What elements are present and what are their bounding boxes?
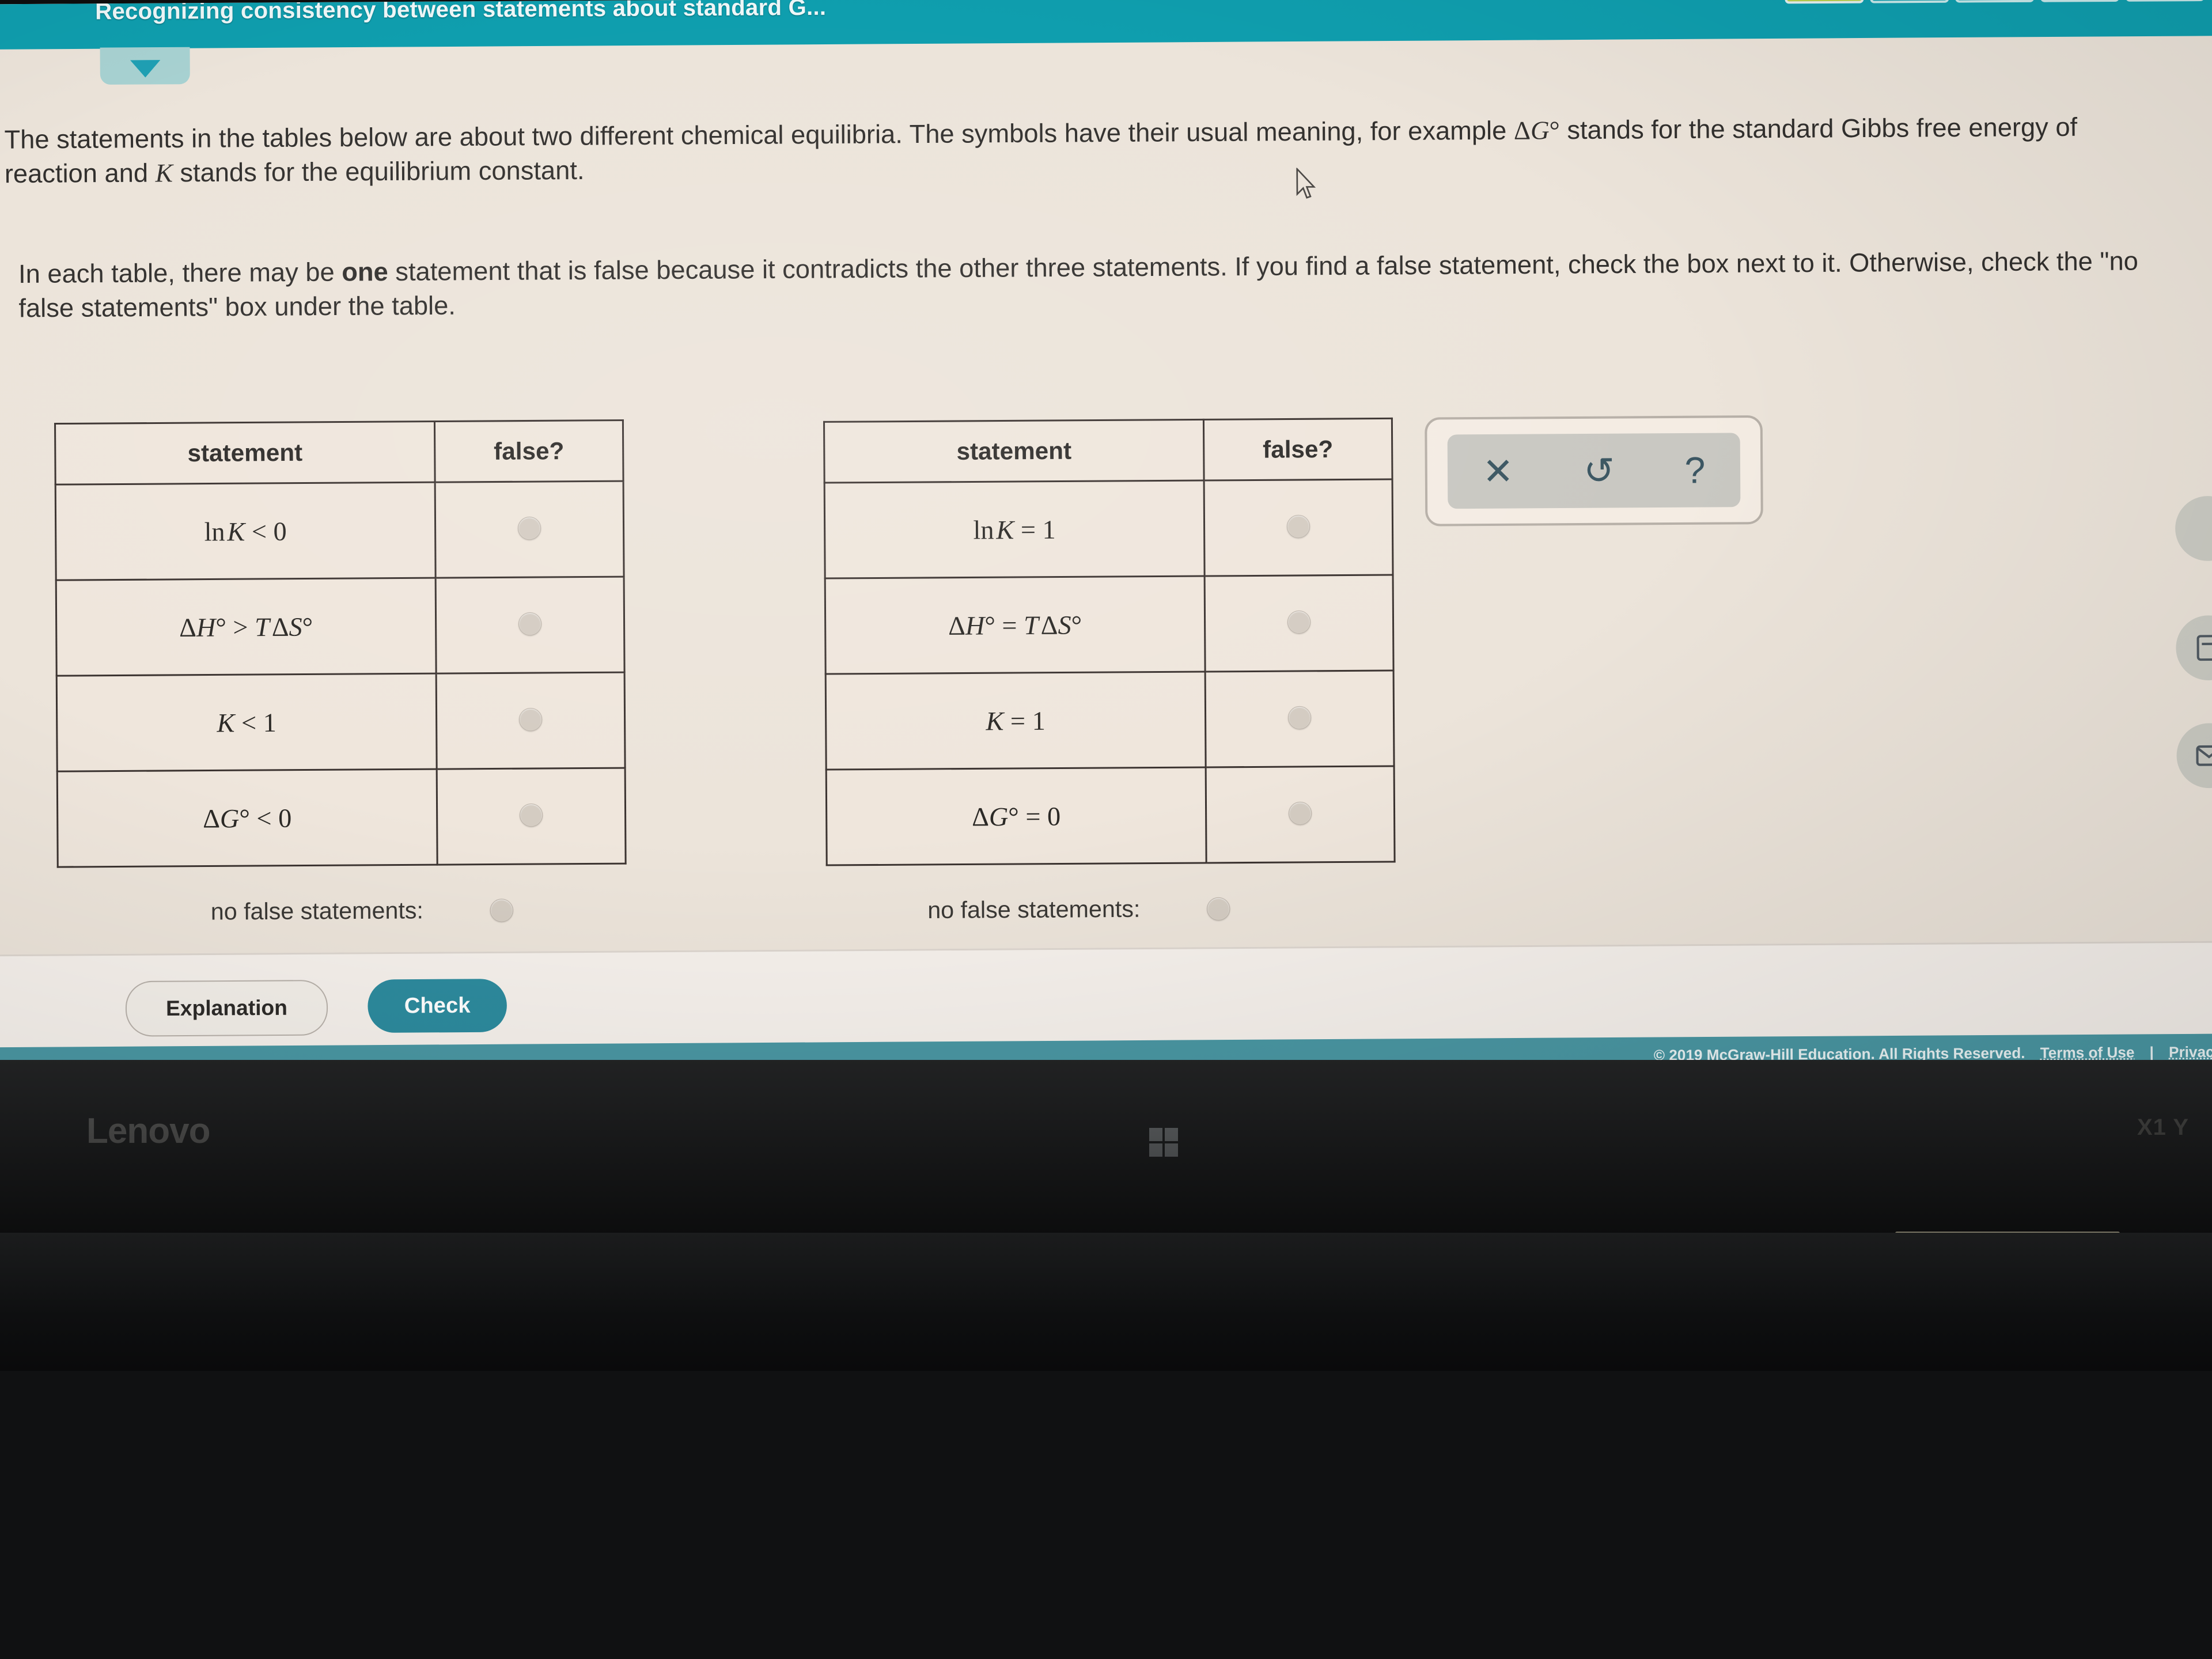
answer-tools-card: ✕ ↺ ? [1425, 415, 1763, 527]
screenshot-root: Recognizing consistency between statemen… [0, 0, 2212, 1659]
column-header-statement: statement [824, 419, 1205, 483]
false-cell[interactable] [1206, 766, 1395, 863]
radio-button[interactable] [518, 612, 542, 635]
radio-button[interactable] [517, 516, 541, 540]
radio-button[interactable] [490, 898, 513, 922]
help-question-icon[interactable]: ? [1684, 449, 1705, 491]
statement-cell: K = 1 [825, 671, 1206, 770]
progress-step[interactable] [2040, 0, 2120, 2]
radio-button[interactable] [518, 707, 543, 731]
undo-reset-icon[interactable]: ↺ [1584, 450, 1615, 492]
table-row: ln K < 0 [55, 481, 624, 581]
footer-separator: | [2149, 1043, 2154, 1061]
instruction-paragraph-1: The statements in the tables below are a… [4, 110, 2160, 191]
instruction-paragraph-2: In each table, there may be one statemen… [18, 244, 2186, 325]
radio-button[interactable] [1287, 706, 1312, 729]
radio-button[interactable] [1287, 610, 1311, 634]
statement-cell: ln K = 1 [824, 480, 1205, 579]
table-header-row: statement false? [55, 420, 624, 485]
instr-2a: In each table, there may be [18, 257, 342, 289]
column-header-false: false? [434, 420, 624, 483]
table-row: ΔH° = T ΔS° [825, 575, 1394, 675]
no-false-label: no false statements: [927, 895, 1141, 924]
laptop-keyboard-deck: EscFnLock🔇F1🔉−F2🔊+F3✕F4☀−F5☀+F6▭↗F7✈F8⚙F… [0, 1233, 2212, 1659]
table-row: K < 1 [56, 672, 626, 772]
terms-of-use-link[interactable]: Terms of Use [2040, 1043, 2135, 1062]
column-header-statement: statement [55, 421, 435, 485]
sidebar-calculator-button[interactable] [2176, 615, 2212, 681]
false-cell[interactable] [435, 481, 624, 578]
instr-1a: The statements in the tables below are a… [4, 115, 1514, 154]
table-row: ln K = 1 [824, 479, 1393, 579]
clear-x-icon[interactable]: ✕ [1483, 450, 1514, 493]
statement-cell: ΔG° < 0 [57, 769, 438, 868]
table-row: K = 1 [825, 670, 1395, 770]
no-false-statements-left[interactable]: no false statements: [211, 896, 513, 925]
false-cell[interactable] [1205, 670, 1395, 767]
sidebar-round-button-1[interactable] [2175, 495, 2212, 562]
instr-2-emphasis: one [342, 256, 388, 287]
panel-collapse-tab[interactable] [100, 47, 190, 85]
delta-g-standard-symbol: ΔG° [1513, 115, 1560, 145]
statement-cell: ΔG° = 0 [826, 767, 1207, 865]
progress-step[interactable] [2125, 0, 2205, 2]
app-header-bar: Recognizing consistency between statemen… [0, 0, 2212, 50]
k-symbol: K [155, 158, 173, 188]
radio-button[interactable] [1288, 801, 1312, 825]
chevron-down-icon [130, 60, 160, 78]
statement-cell: K < 1 [56, 673, 437, 772]
no-false-label: no false statements: [210, 897, 424, 925]
calculator-icon [2196, 635, 2212, 661]
sidebar-message-button[interactable] [2176, 723, 2212, 789]
false-cell[interactable] [435, 577, 625, 674]
statements-table-right: statement false? ln K = 1 ΔH° = T ΔS° K … [823, 417, 1396, 866]
windows-logo-icon [1149, 1128, 1179, 1158]
check-button[interactable]: Check [368, 979, 507, 1033]
radio-button[interactable] [1286, 514, 1310, 538]
laptop-screen: Recognizing consistency between statemen… [0, 0, 2212, 1080]
page-title: Recognizing consistency between statemen… [94, 0, 827, 25]
table-row: ΔG° < 0 [57, 768, 626, 868]
false-cell[interactable] [437, 768, 626, 865]
statement-cell: ln K < 0 [55, 482, 436, 581]
instr-1c: stands for the equilibrium constant. [172, 155, 585, 187]
laptop-bezel: Lenovo X1 Y [0, 1060, 2212, 1250]
lenovo-logo: Lenovo [86, 1111, 210, 1151]
statement-cell: ΔH° = T ΔS° [825, 576, 1206, 675]
table-row: ΔH° > T ΔS° [56, 577, 625, 676]
explanation-button[interactable]: Explanation [125, 979, 328, 1037]
column-header-false: false? [1203, 418, 1393, 481]
mouse-cursor [1296, 168, 1316, 199]
table-row: ΔG° = 0 [826, 766, 1395, 865]
statements-table-left: statement false? ln K < 0 ΔH° > T ΔS° K … [54, 419, 627, 868]
laptop-model-label: X1 Y [2137, 1115, 2189, 1140]
statement-cell: ΔH° > T ΔS° [56, 578, 437, 676]
no-false-statements-right[interactable]: no false statements: [927, 895, 1230, 924]
false-cell[interactable] [1205, 575, 1394, 672]
progress-step[interactable] [1955, 0, 2035, 3]
privacy-link[interactable]: Privacy [2169, 1043, 2212, 1061]
progress-step[interactable] [1870, 0, 1949, 3]
radio-button[interactable] [1206, 897, 1230, 921]
table-header-row: statement false? [824, 418, 1393, 483]
radio-button[interactable] [519, 803, 543, 827]
envelope-icon [2196, 745, 2212, 766]
false-cell[interactable] [436, 672, 626, 770]
progress-step[interactable] [1785, 0, 1864, 4]
progress-steps [1785, 0, 2205, 4]
false-cell[interactable] [1204, 479, 1393, 577]
answer-tools-group: ✕ ↺ ? [1447, 433, 1741, 509]
